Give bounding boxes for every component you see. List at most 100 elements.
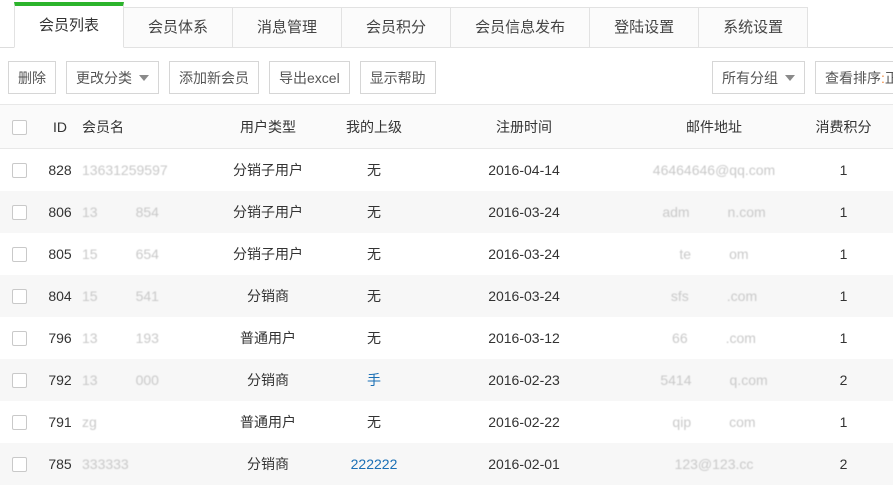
cell-id: 791: [38, 401, 82, 443]
cell-type: 分销商: [202, 443, 334, 485]
cell-id: 805: [38, 233, 82, 275]
row-checkbox[interactable]: [12, 373, 27, 388]
cell-name: 15654: [82, 233, 202, 275]
caret-down-icon: [139, 75, 149, 81]
table-row: 828 13631259597 分销子用户 无 2016-04-14 46464…: [0, 149, 893, 191]
cell-points: 2: [794, 359, 893, 401]
member-table: ID 会员名 用户类型 我的上级 注册时间 邮件地址 消费积分 828 1363…: [0, 104, 893, 485]
upline-link[interactable]: 手: [367, 372, 381, 388]
header-id: ID: [38, 105, 82, 149]
add-member-button[interactable]: 添加新会员: [169, 61, 259, 94]
header-user-type: 用户类型: [202, 105, 334, 149]
cell-points: 1: [794, 275, 893, 317]
table-row: 804 15541 分销商 无 2016-03-24 sfs.com 1: [0, 275, 893, 317]
show-help-label: 显示帮助: [370, 68, 426, 88]
tab-member-info-publish[interactable]: 会员信息发布: [451, 7, 590, 48]
cell-type: 分销子用户: [202, 191, 334, 233]
header-register-time: 注册时间: [414, 105, 634, 149]
cell-name: zg: [82, 401, 202, 443]
cell-name: 13854: [82, 191, 202, 233]
row-checkbox[interactable]: [12, 415, 27, 430]
cell-points: 1: [794, 233, 893, 275]
row-checkbox[interactable]: [12, 331, 27, 346]
cell-regtime: 2016-02-23: [414, 359, 634, 401]
tab-message-management[interactable]: 消息管理: [233, 7, 342, 48]
cell-points: 1: [794, 401, 893, 443]
cell-points: 1: [794, 149, 893, 191]
tab-member-list[interactable]: 会员列表: [14, 2, 124, 48]
cell-email: 123@123.cc: [634, 443, 794, 485]
cell-email: 66.com: [634, 317, 794, 359]
view-sort-value: 正常排序: [885, 68, 893, 88]
cell-email: teom: [634, 233, 794, 275]
cell-name: 15541: [82, 275, 202, 317]
change-category-label: 更改分类: [76, 68, 132, 88]
export-excel-label: 导出excel: [279, 68, 340, 88]
cell-type: 分销商: [202, 275, 334, 317]
table-row: 796 13193 普通用户 无 2016-03-12 66.com 1: [0, 317, 893, 359]
cell-points: 1: [794, 191, 893, 233]
cell-parent-text: 无: [367, 288, 381, 304]
export-excel-button[interactable]: 导出excel: [269, 61, 350, 94]
table-row: 805 15654 分销子用户 无 2016-03-24 teom 1: [0, 233, 893, 275]
cell-regtime: 2016-03-24: [414, 191, 634, 233]
select-all-checkbox[interactable]: [12, 120, 27, 135]
tab-login-settings[interactable]: 登陆设置: [590, 7, 699, 48]
cell-email: 5414q.com: [634, 359, 794, 401]
header-my-upline: 我的上级: [334, 105, 414, 149]
cell-regtime: 2016-03-24: [414, 233, 634, 275]
delete-button-label: 删除: [18, 68, 46, 88]
tab-member-system[interactable]: 会员体系: [124, 7, 233, 48]
row-checkbox[interactable]: [12, 457, 27, 472]
header-member-name: 会员名: [82, 105, 202, 149]
cell-id: 804: [38, 275, 82, 317]
row-checkbox[interactable]: [12, 163, 27, 178]
view-sort-label: 查看排序: [825, 68, 881, 88]
cell-id: 785: [38, 443, 82, 485]
cell-id: 806: [38, 191, 82, 233]
cell-name: 13193: [82, 317, 202, 359]
row-checkbox[interactable]: [12, 289, 27, 304]
cell-name: 13631259597: [82, 149, 202, 191]
all-groups-dropdown[interactable]: 所有分组: [712, 61, 805, 94]
cell-email: sfs.com: [634, 275, 794, 317]
cell-type: 分销商: [202, 359, 334, 401]
cell-type: 普通用户: [202, 401, 334, 443]
cell-points: 1: [794, 317, 893, 359]
table-row: 792 13000 分销商 手 2016-02-23 5414q.com 2: [0, 359, 893, 401]
cell-parent-text: 无: [367, 162, 381, 178]
row-checkbox[interactable]: [12, 205, 27, 220]
cell-points: 2: [794, 443, 893, 485]
toolbar-right-group: 所有分组 查看排序 : 正常排序: [712, 61, 893, 94]
all-groups-label: 所有分组: [722, 68, 778, 88]
cell-regtime: 2016-03-12: [414, 317, 634, 359]
cell-id: 828: [38, 149, 82, 191]
tab-bar: 会员列表 会员体系 消息管理 会员积分 会员信息发布 登陆设置 系统设置: [0, 0, 893, 48]
member-table-header: ID 会员名 用户类型 我的上级 注册时间 邮件地址 消费积分: [0, 105, 893, 149]
cell-name: 13000: [82, 359, 202, 401]
view-sort-dropdown[interactable]: 查看排序 : 正常排序: [815, 61, 893, 94]
cell-regtime: 2016-03-24: [414, 275, 634, 317]
header-consume-points: 消费积分: [794, 105, 893, 149]
cell-parent-text: 无: [367, 414, 381, 430]
tab-system-settings[interactable]: 系统设置: [699, 7, 808, 48]
tab-member-points[interactable]: 会员积分: [342, 7, 451, 48]
member-table-body: 828 13631259597 分销子用户 无 2016-04-14 46464…: [0, 149, 893, 485]
cell-type: 分销子用户: [202, 149, 334, 191]
row-checkbox[interactable]: [12, 247, 27, 262]
cell-type: 普通用户: [202, 317, 334, 359]
cell-email: admn.com: [634, 191, 794, 233]
upline-link[interactable]: 222222: [351, 456, 398, 472]
table-row: 785 333333 分销商 222222 2016-02-01 123@123…: [0, 443, 893, 485]
cell-parent-text: 无: [367, 204, 381, 220]
toolbar: 删除 更改分类 添加新会员 导出excel 显示帮助 所有分组 查看排序 : 正…: [0, 48, 893, 104]
cell-email: 46464646@qq.com: [634, 149, 794, 191]
caret-down-icon: [785, 75, 795, 81]
delete-button[interactable]: 删除: [8, 61, 56, 94]
cell-name: 333333: [82, 443, 202, 485]
show-help-button[interactable]: 显示帮助: [360, 61, 436, 94]
change-category-dropdown[interactable]: 更改分类: [66, 61, 159, 94]
member-admin-page: 会员列表 会员体系 消息管理 会员积分 会员信息发布 登陆设置 系统设置 删除 …: [0, 0, 893, 490]
add-member-label: 添加新会员: [179, 68, 249, 88]
cell-regtime: 2016-04-14: [414, 149, 634, 191]
